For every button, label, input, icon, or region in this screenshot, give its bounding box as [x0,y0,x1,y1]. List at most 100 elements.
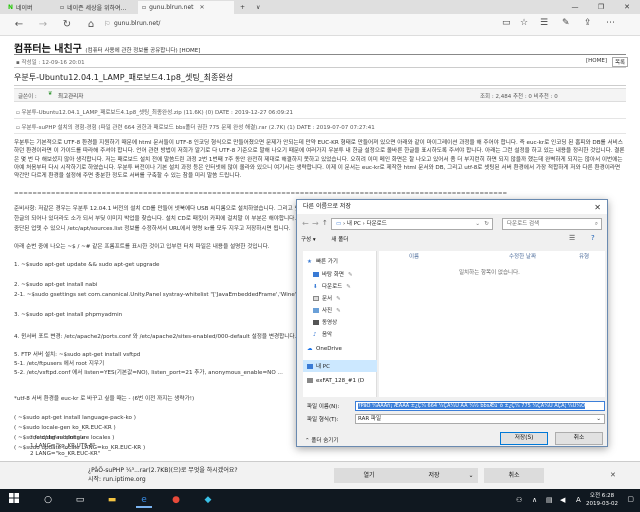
naver-icon: N [8,4,14,11]
author-name[interactable]: 최고관리자 [58,92,83,100]
pc-icon: ▭ [336,221,342,227]
chevron-up-icon[interactable]: ∧ [532,496,537,504]
pin-icon: ✎ [348,272,353,278]
list-button[interactable]: 목록 [612,57,629,67]
content-line: 5-2. /etc/vsftpd.conf 에서 listen=YES(기본값=… [14,370,283,376]
windows-start-icon[interactable] [6,493,22,508]
filename-label: 파일 이름(N): [307,404,340,410]
tab-naver[interactable]: N 네이버 [4,1,54,14]
sidebar-item-desktop[interactable]: 바탕 화면 ✎ [313,270,353,278]
sidebar-item-documents[interactable]: 문서 ✎ [313,294,341,302]
content-line: 아래 순번 중에 나오는 ~$ / ~# 같은 프롬프트를 표시한 것이고 입부… [14,244,270,250]
sidebar-item-onedrive[interactable]: ☁ OneDrive [307,346,342,352]
page-icon: ▫ [142,4,147,11]
filetype-select[interactable]: RAR 파일 ⌄ [355,414,605,424]
close-icon[interactable]: ✕ [610,471,616,479]
search-icon[interactable]: ○ [40,493,56,508]
forward-icon[interactable]: → [36,18,50,32]
filename-input[interactable]: ?PåÖ ¼ÀÅÅñ¡ ÆÀÃÅ ±¿Ç¼ 664 ¼ÇÅ¼Ú ÀÃ ¼½ bb… [355,401,605,411]
filetype-label: 파일 형식(T): [307,417,339,423]
pin-icon: ✎ [336,296,341,302]
column-date[interactable]: 수정한 날짜 [509,252,536,260]
divider [14,85,626,86]
content-line: 한글의 되어나 있더라도 소가 되서 부딪 이미지 박업을 찾습니다. 설치 C… [14,216,297,222]
cancel-download-button[interactable]: 취소 [484,468,544,483]
back-icon[interactable]: ← [302,219,309,228]
more-icon[interactable]: ⋯ [606,18,615,28]
sidebar-item-downloads[interactable]: ⬇ 다운로드 ✎ [313,282,351,290]
content-line: 4. 윈서버 포트 변경: /etc/apache2/ports.conf 와 … [14,334,297,340]
content-line: *utf-8 서버 환경을 euc-kr 로 바꾸고 싶을 때는 - (6번 이… [14,396,195,402]
post-title: 우분투-Ubuntu12.04.1_LAMP_패로보드4.1p8_셋팅_최종완성 [14,73,234,82]
attachment-link[interactable]: ▫ 우분투-suPHP 설치의 경험-경험 (파일 관련 664 권한과 패로보… [16,123,616,131]
cancel-button[interactable]: 취소 [555,432,603,445]
app-icon[interactable]: ◆ [200,493,216,508]
sidebar-item-pictures[interactable]: 사진 ✎ [313,306,341,314]
clock[interactable]: 오전 6:28 2019-03-02 [586,492,618,508]
notification-icon[interactable]: ▢ [627,495,634,503]
address-bar[interactable]: ▭ › 내 PC › 다운로드 ⌄ ↻ [331,218,493,230]
chevron-down-icon[interactable]: ⌄ [475,219,480,229]
file-explorer-icon[interactable]: ▬ [104,493,120,508]
new-tab-button[interactable]: + [236,1,250,14]
hide-folders-toggle[interactable]: ⌃ 폴더 숨기기 [305,436,338,444]
chevron-down-icon[interactable]: ⌄ [464,468,478,483]
close-icon[interactable]: ✕ [594,201,601,215]
sidebar-item-videos[interactable]: 동영상 [313,318,337,326]
volume-icon[interactable]: ◀ [560,496,565,504]
edge-browser-icon[interactable]: e [136,493,152,508]
tab-menu-button[interactable]: ∨ [252,1,266,14]
maximize-icon[interactable]: ❐ [588,0,614,14]
column-type[interactable]: 유형 [579,252,589,260]
column-name[interactable]: 이름 [409,252,419,260]
tab-second[interactable]: ▫ 네이즌 세상을 위하여... [56,1,136,14]
save-button[interactable]: 저장(S) [500,432,548,445]
save-download-button[interactable]: 저장 [404,468,464,483]
view-icon[interactable]: ☰ [569,234,575,242]
close-window-icon[interactable]: ✕ [614,0,640,14]
sidebar-item-this-pc[interactable]: 내 PC [303,360,377,372]
task-view-icon[interactable]: ▭ [72,493,88,508]
content-line: ( ~$sudo apt-get install language-pack-k… [14,415,136,421]
tab-active[interactable]: ▫ gunu.blrun.net ✕ [138,1,234,14]
help-icon[interactable]: ? [591,234,595,242]
download-info: ¿PåÖ-suPHP ¼³...rar(2.7KB)(으)로 무엇을 하시겠어요… [88,466,238,484]
site-title[interactable]: 컴퓨터는 내친구 (컴퓨터 사용에 관한 정보를 공유합니다) [HOME] [14,40,200,55]
up-icon[interactable]: ↑ [322,219,328,227]
reading-view-icon[interactable]: ▭ [502,18,511,28]
home-icon[interactable]: ⌂ [84,18,98,32]
content-line: 3. ~$sudo apt-get install phpmyadmin [14,312,123,318]
people-icon[interactable]: ⚇ [516,496,522,504]
minimize-icon[interactable]: — [562,0,588,14]
back-icon[interactable]: ← [12,18,26,32]
new-folder-button[interactable]: 새 폴더 [331,237,348,243]
author-icon: ❦ [48,91,53,97]
sidebar-item-quick-access[interactable]: ★ 빠른 가기 [307,257,338,265]
taskbar: ○ ▭ ▬ e ● ◆ ⚇ ∧ ▤ ◀ A 오전 6:28 2019-03-02… [0,489,640,512]
post-paragraph: 우분투는 기본적으로 UTF-8 환경을 지원하기 때문에 html 문서들이 … [14,140,625,180]
content-line: 5-1. /etc/ftpusers 에서 root 지우기 [14,361,105,367]
content-line: 1 LANG="ko_KR.UTF-8" [30,443,96,449]
attachment-link[interactable]: ▫ 우분투-Ubuntu12.04.1_LAMP_패로보드4.1p8_셋팅_최종… [16,108,616,116]
forward-icon[interactable]: → [312,219,319,228]
sidebar-item-drive[interactable]: exFAT_128_#1 (D [307,378,364,384]
favorites-icon[interactable]: ☆ [520,18,528,28]
organize-button[interactable]: 구성 ▾ [301,237,316,243]
share-icon[interactable]: ⇪ [584,18,592,28]
page-info-icon[interactable]: ⚐ [104,20,110,28]
refresh-icon[interactable]: ↻ [60,18,74,32]
file-list[interactable]: 이름 수정한 날짜 유형 일치하는 항목이 없습니다. [379,251,605,397]
network-icon[interactable]: ▤ [546,496,553,504]
search-input[interactable]: 다운로드 검색 ⌕ [502,218,602,230]
open-button[interactable]: 열기 [334,468,404,483]
address-bar[interactable]: gunu.blrun.net/ [114,20,160,27]
app-icon[interactable]: ● [168,493,184,508]
tab-label: gunu.blrun.net [149,4,194,11]
sidebar-item-music[interactable]: ♪ 음악 [313,330,332,338]
input-language[interactable]: A [576,496,581,504]
refresh-icon[interactable]: ↻ [484,219,489,229]
close-tab-icon[interactable]: ✕ [200,4,205,11]
pen-icon[interactable]: ✎ [562,18,570,28]
hub-icon[interactable]: ☰ [540,18,548,28]
home-link[interactable]: [HOME] [586,58,607,64]
